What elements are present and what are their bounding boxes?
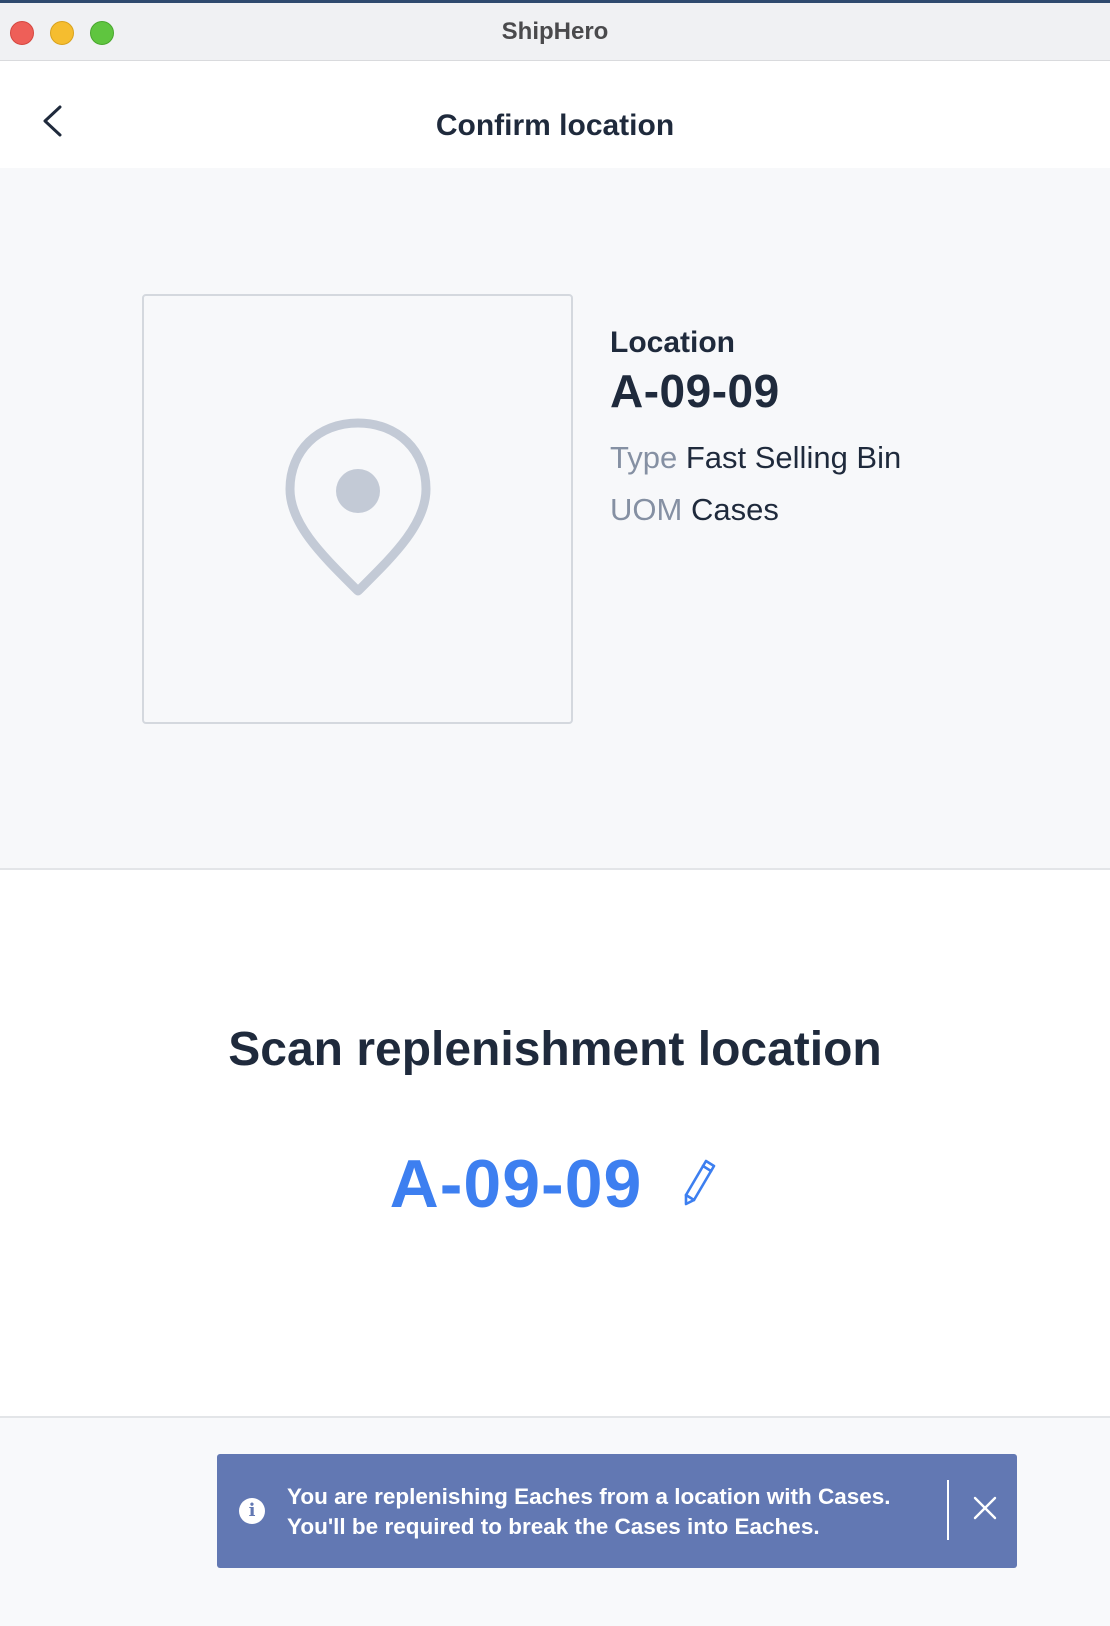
location-uom-value: Cases [690,492,779,527]
map-pin-icon [278,415,438,604]
app-title: ShipHero [501,18,609,45]
toast-divider [947,1480,949,1540]
location-type-row: Type Fast Selling Bin [610,440,901,476]
edit-location-button[interactable] [680,1158,720,1210]
window-titlebar: ShipHero [0,0,1110,61]
toast-close-button[interactable] [965,1490,1005,1530]
toast-message: You are replenishing Eaches from a locat… [287,1482,927,1542]
close-icon [972,1495,998,1526]
info-icon: i [239,1498,265,1524]
scanned-location-value: A-09-09 [389,1146,643,1222]
info-toast: i You are replenishing Eaches from a loc… [217,1454,1017,1568]
scan-title: Scan replenishment location [228,1023,882,1076]
location-type-value: Fast Selling Bin [685,440,902,475]
page-header: Confirm location [0,61,1110,168]
location-type-label: Type [610,440,678,475]
pencil-icon [682,1157,718,1212]
location-label: Location [610,326,735,359]
page-title: Confirm location [435,109,675,142]
toast-message-line2: You'll be required to break the Cases in… [287,1514,820,1539]
toast-message-line1: You are replenishing Eaches from a locat… [287,1484,891,1509]
location-info: Location A-09-09 Type Fast Selling Bin U… [610,326,901,528]
location-image-placeholder [142,294,573,724]
location-uom-row: UOM Cases [610,492,901,528]
location-code: A-09-09 [610,365,780,417]
scan-section: Scan replenishment location A-09-09 [0,870,1110,1418]
location-uom-label: UOM [610,492,683,527]
app-window: ShipHero Confirm location Location A-09-… [0,0,1110,1626]
location-details-section: Location A-09-09 Type Fast Selling Bin U… [0,168,1110,870]
scan-value-row: A-09-09 [0,1145,1110,1223]
